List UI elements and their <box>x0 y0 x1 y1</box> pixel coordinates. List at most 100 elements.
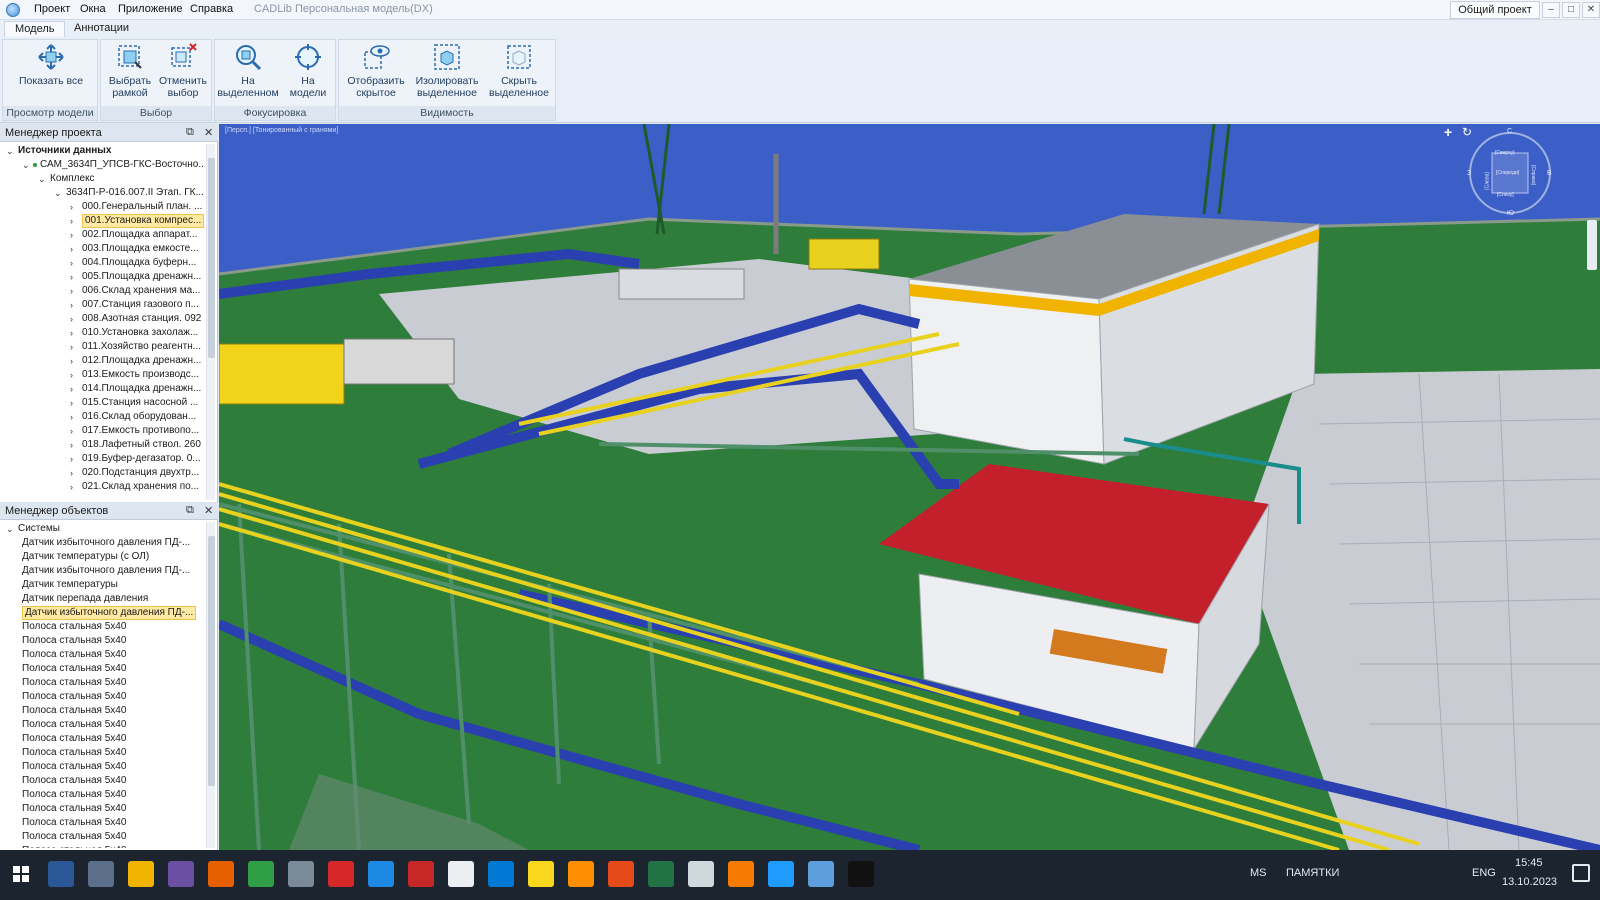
collapse-arrow-icon[interactable]: › <box>70 396 73 410</box>
frame-select-button[interactable]: Выбрать рамкой <box>105 42 155 99</box>
close-panel-icon[interactable]: ✕ <box>204 126 213 139</box>
tree-item[interactable]: Полоса стальная 5х40 <box>0 802 205 816</box>
tree-item[interactable]: Полоса стальная 5х40 <box>0 690 205 704</box>
save-icon[interactable] <box>88 861 114 887</box>
tree-item[interactable]: Датчик избыточного давления ПД-... <box>0 606 205 620</box>
isolate-button[interactable]: Изолировать выделенное <box>411 42 483 99</box>
collapse-arrow-icon[interactable]: › <box>70 340 73 354</box>
collapse-arrow-icon[interactable]: › <box>70 312 73 326</box>
tree-item[interactable]: › 010.Установка захолаж... <box>0 326 205 340</box>
outlook-icon[interactable] <box>488 861 514 887</box>
viewcube-face-front[interactable]: [Спереди] <box>1496 170 1519 176</box>
expand-arrow-icon[interactable]: ⌄ <box>38 172 46 186</box>
tree-item[interactable]: › 019.Буфер-дегазатор. 0... <box>0 452 205 466</box>
tree-item[interactable]: › 014.Площадка дренажн... <box>0 382 205 396</box>
menu-help[interactable]: Справка <box>190 3 233 15</box>
rotate-icon[interactable]: ↻ <box>1462 125 1472 139</box>
tree-item[interactable]: › 002.Площадка аппарат... <box>0 228 205 242</box>
tree-item[interactable]: › 003.Площадка емкосте... <box>0 242 205 256</box>
notepad-icon[interactable] <box>448 861 474 887</box>
tray-time[interactable]: 15:45 <box>1515 857 1543 869</box>
terminal-icon[interactable] <box>848 861 874 887</box>
zoom-selected-button[interactable]: На выделенном <box>217 42 279 99</box>
menu-windows[interactable]: Окна <box>80 3 106 15</box>
model-viewport[interactable]: [Персп.] [Тонированный с гранями] С Ю З … <box>219 124 1600 850</box>
tree-item[interactable]: › 001.Установка компрес... <box>0 214 205 228</box>
pin-icon[interactable]: ⧉ <box>186 504 194 517</box>
shared-project-button[interactable]: Общий проект <box>1450 1 1540 19</box>
tree-item[interactable]: › 000.Генеральный план. ... <box>0 200 205 214</box>
tree-item[interactable]: Датчик перепада давления <box>0 592 205 606</box>
collapse-arrow-icon[interactable]: › <box>70 326 73 340</box>
tree-item[interactable]: › 021.Склад хранения по... <box>0 480 205 494</box>
tree-item[interactable]: Полоса стальная 5х40 <box>0 816 205 830</box>
tree-item[interactable]: › 008.Азотная станция. 092 <box>0 312 205 326</box>
object-tree-scrollbar[interactable] <box>206 522 215 848</box>
tree-item[interactable]: Полоса стальная 5х40 <box>0 648 205 662</box>
collapse-arrow-icon[interactable]: › <box>70 354 73 368</box>
ie-icon[interactable] <box>368 861 394 887</box>
tree-item[interactable]: Полоса стальная 5х40 <box>0 634 205 648</box>
project-icon[interactable] <box>248 861 274 887</box>
tray-memo[interactable]: ПАМЯТКИ <box>1286 867 1339 879</box>
scrollbar-thumb[interactable] <box>208 536 215 786</box>
viewcube-face-right[interactable]: [Справа] <box>1530 165 1536 185</box>
tree-item[interactable]: Датчик температуры (с ОЛ) <box>0 550 205 564</box>
show-all-button[interactable]: Показать все <box>15 42 87 87</box>
tree-item[interactable]: Полоса стальная 5х40 <box>0 718 205 732</box>
collapse-arrow-icon[interactable]: › <box>70 200 73 214</box>
tree-item[interactable]: › 016.Склад оборудован... <box>0 410 205 424</box>
word-icon[interactable] <box>48 861 74 887</box>
collapse-arrow-icon[interactable]: › <box>70 256 73 270</box>
blender-icon[interactable] <box>728 861 754 887</box>
sticky-icon[interactable] <box>528 861 554 887</box>
tree-item[interactable]: Полоса стальная 5х40 <box>0 676 205 690</box>
tray-ms[interactable]: MS <box>1250 867 1267 879</box>
cadlib-icon[interactable] <box>808 861 834 887</box>
expand-arrow-icon[interactable]: ⌄ <box>22 158 30 172</box>
tree-item[interactable]: Датчик избыточного давления ПД-... <box>0 564 205 578</box>
file-icon[interactable] <box>688 861 714 887</box>
calculator-icon[interactable] <box>288 861 314 887</box>
collapse-arrow-icon[interactable]: › <box>70 424 73 438</box>
tree-item[interactable]: › 007.Станция газового п... <box>0 298 205 312</box>
viewcube-face-top[interactable]: [Сверху] <box>1495 150 1515 156</box>
cancel-selection-button[interactable]: Отменить выбор <box>157 42 209 99</box>
tree-item[interactable]: Датчик избыточного давления ПД-... <box>0 536 205 550</box>
chat-icon[interactable] <box>768 861 794 887</box>
tray-date[interactable]: 13.10.2023 <box>1502 876 1557 888</box>
outlook-contacts-icon[interactable] <box>168 861 194 887</box>
maximize-button[interactable]: □ <box>1562 2 1580 18</box>
tree-item[interactable]: Полоса стальная 5х40 <box>0 704 205 718</box>
close-button[interactable]: ✕ <box>1582 2 1600 18</box>
tree-item[interactable]: › 018.Лафетный ствол. 260 <box>0 438 205 452</box>
tree-item[interactable]: › 015.Станция насосной ... <box>0 396 205 410</box>
zoom-model-button[interactable]: На модели <box>281 42 335 99</box>
collapse-arrow-icon[interactable]: › <box>70 410 73 424</box>
collapse-arrow-icon[interactable]: › <box>70 438 73 452</box>
tree-item[interactable]: ⌄ 3634П-Р-016.007.II Этап. ГК... <box>0 186 205 200</box>
menu-application[interactable]: Приложение <box>118 3 183 15</box>
tree-item[interactable]: Полоса стальная 5х40 <box>0 830 205 844</box>
app-logo-icon[interactable] <box>6 3 20 17</box>
windows-start-icon[interactable] <box>8 861 34 887</box>
project-tree-scrollbar[interactable] <box>206 144 215 500</box>
menu-project[interactable]: Проект <box>34 3 70 15</box>
collapse-arrow-icon[interactable]: › <box>70 284 73 298</box>
tree-item[interactable]: Полоса стальная 5х40 <box>0 844 205 848</box>
tree-item[interactable]: ⌄ Системы <box>0 522 205 536</box>
collapse-arrow-icon[interactable]: › <box>70 270 73 284</box>
tree-item[interactable]: › 005.Площадка дренажн... <box>0 270 205 284</box>
tree-item[interactable]: › 017.Емкость противопо... <box>0 424 205 438</box>
scrollbar-thumb[interactable] <box>208 158 215 358</box>
tree-item[interactable]: ⌄ САМ_3634П_УПСВ-ГКС-Восточно... <box>0 158 205 172</box>
collapse-arrow-icon[interactable]: › <box>70 214 73 228</box>
autocad-icon[interactable] <box>408 861 434 887</box>
collapse-arrow-icon[interactable]: › <box>70 480 73 494</box>
tree-item[interactable]: Полоса стальная 5х40 <box>0 662 205 676</box>
minimize-button[interactable]: – <box>1542 2 1560 18</box>
viewcube[interactable]: С Ю З В [Сверху] [Спереди] [Слева] [Спра… <box>1465 128 1555 218</box>
collapse-arrow-icon[interactable]: › <box>70 242 73 256</box>
acrobat-icon[interactable] <box>328 861 354 887</box>
show-hidden-button[interactable]: Отобразить скрытое <box>341 42 411 99</box>
